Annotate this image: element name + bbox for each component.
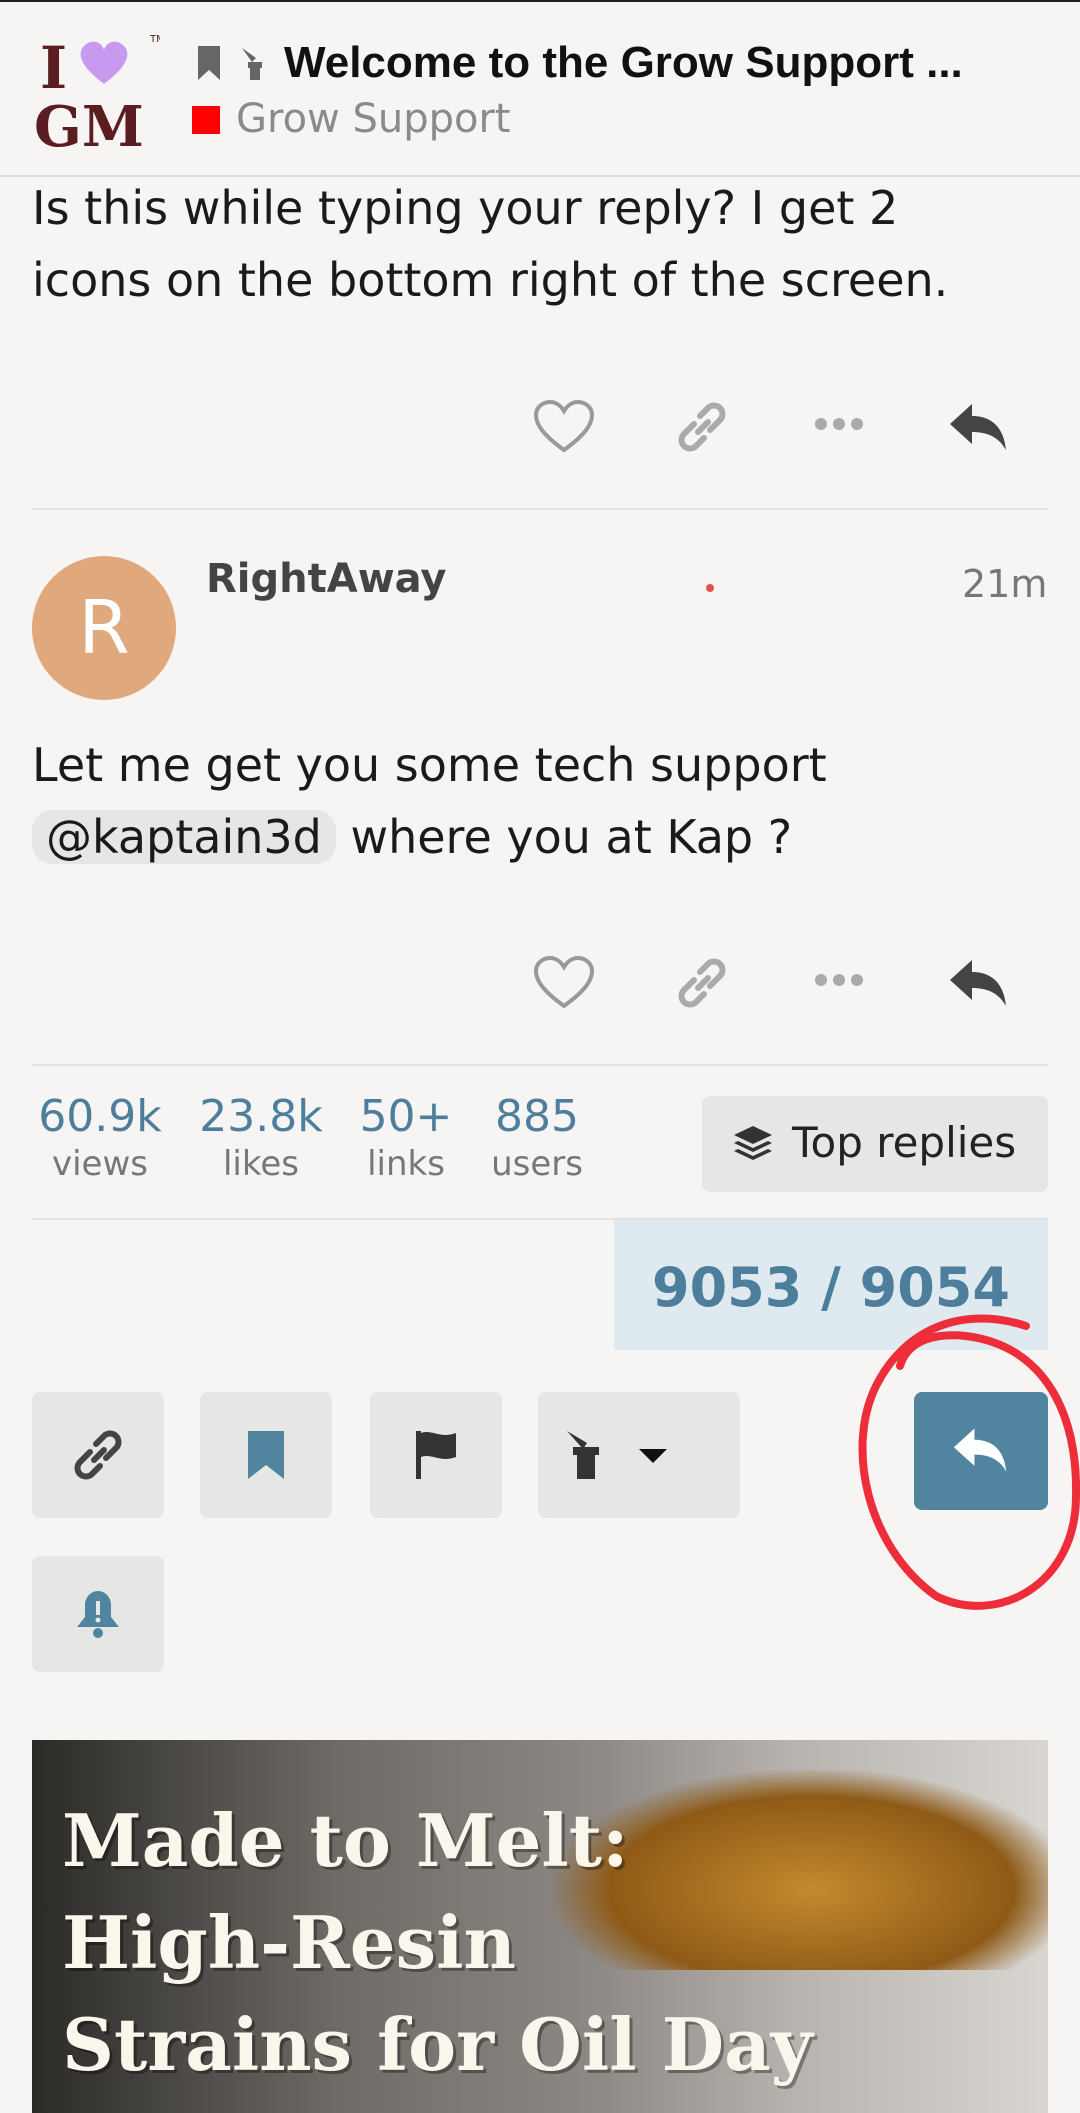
post-text-rest: where you at Kap ? <box>335 810 793 864</box>
category-name[interactable]: Grow Support <box>236 96 511 142</box>
promo-line: Made to Melt: <box>62 1798 629 1883</box>
notifications-button[interactable] <box>32 1556 164 1672</box>
admin-wrench-icon <box>567 1431 667 1479</box>
bookmark-icon <box>248 1431 284 1479</box>
post-text-line: Let me get you some tech support <box>32 738 827 792</box>
more-icon[interactable] <box>814 416 864 432</box>
post-text-line: @kaptain3d where you at Kap ? <box>32 801 827 873</box>
layers-icon <box>734 1126 772 1160</box>
stat-label: users <box>491 1144 583 1184</box>
post-divider <box>32 1064 1048 1066</box>
share-link-button[interactable] <box>32 1392 164 1518</box>
promo-line: Strains for Oil Day <box>62 2002 813 2087</box>
more-icon[interactable] <box>814 972 864 988</box>
link-icon[interactable] <box>674 402 730 452</box>
stat-number: 60.9k <box>38 1091 162 1142</box>
annotation-circle <box>858 1314 1080 1610</box>
svg-text:I: I <box>40 34 67 102</box>
post-text-line: Is this while typing your reply? I get 2 <box>32 181 899 235</box>
promo-line: High-Resin <box>62 1900 516 1985</box>
post-text-line: icons on the bottom right of the screen. <box>32 253 949 307</box>
site-logo[interactable]: I TM GM <box>32 30 160 152</box>
admin-menu-button[interactable] <box>538 1392 740 1518</box>
top-replies-button[interactable]: Top replies <box>702 1096 1048 1192</box>
svg-text:TM: TM <box>149 34 160 45</box>
promo-banner[interactable]: Made to Melt: High-Resin Strains for Oil… <box>32 1740 1048 2113</box>
reply-icon[interactable] <box>948 400 1010 454</box>
unread-dot <box>706 584 714 592</box>
stat-label: likes <box>222 1144 299 1184</box>
link-icon <box>74 1430 122 1480</box>
stat-number: 23.8k <box>199 1091 323 1142</box>
avatar[interactable]: R <box>32 556 176 700</box>
bookmark-button[interactable] <box>200 1392 332 1518</box>
topic-title[interactable]: Welcome to the Grow Support ... <box>284 38 963 88</box>
stat-likes: 23.8k likes <box>196 1092 326 1186</box>
post-body: Is this while typing your reply? I get 2… <box>32 172 948 316</box>
category-color-badge <box>192 106 220 134</box>
top-replies-label: Top replies <box>792 1118 1017 1167</box>
bell-icon <box>77 1591 119 1638</box>
post-divider <box>32 508 1048 510</box>
post-body: Let me get you some tech support @kaptai… <box>32 729 827 873</box>
admin-wrench-icon <box>242 48 262 80</box>
flag-icon <box>416 1431 456 1479</box>
stat-number: 50+ <box>359 1091 453 1142</box>
post-time[interactable]: 21m <box>962 562 1047 606</box>
heart-icon[interactable] <box>534 400 594 454</box>
user-mention[interactable]: @kaptain3d <box>32 810 336 864</box>
bookmark-icon <box>198 46 220 80</box>
heart-icon[interactable] <box>534 956 594 1010</box>
svg-text:GM: GM <box>34 94 144 152</box>
topic-header: I TM GM Welcome to the Grow Support ... … <box>0 0 1080 177</box>
stat-links: 50+ links <box>356 1092 456 1186</box>
stat-views: 60.9k views <box>32 1092 168 1186</box>
stat-label: links <box>367 1144 445 1184</box>
reply-icon[interactable] <box>948 956 1010 1010</box>
stat-users: 885 users <box>482 1092 592 1186</box>
stat-label: views <box>51 1144 148 1184</box>
link-icon[interactable] <box>674 958 730 1008</box>
post-username[interactable]: RightAway <box>206 556 447 602</box>
stat-number: 885 <box>495 1091 579 1142</box>
flag-button[interactable] <box>370 1392 502 1518</box>
